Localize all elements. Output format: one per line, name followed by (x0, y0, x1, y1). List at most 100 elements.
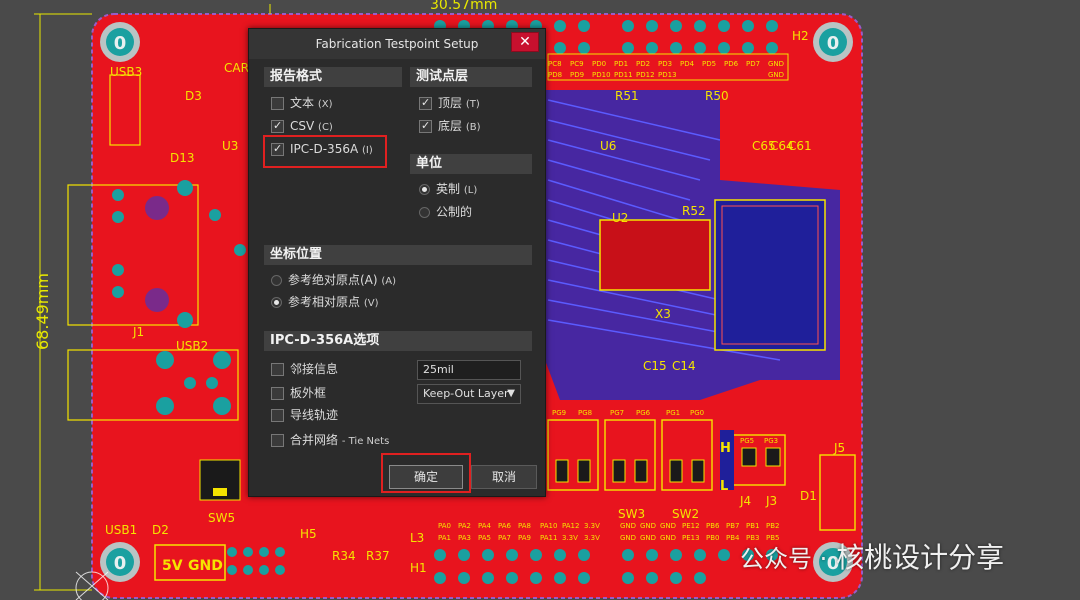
pin-pd13: PD13 (658, 71, 677, 79)
units-imperial-hotkey: (L) (463, 185, 478, 196)
silk-u6: U6 (600, 139, 616, 153)
ipc-adjacency-checkbox[interactable] (271, 363, 284, 376)
coord-relative-hotkey: (V) (363, 298, 379, 309)
silk-l3: L3 (410, 531, 424, 545)
silk-j1: J1 (132, 325, 144, 339)
pin-gnd: GND (640, 522, 656, 530)
close-icon[interactable]: ✕ (511, 32, 539, 52)
units-imperial-radio[interactable] (419, 184, 430, 195)
coord-absolute-radio[interactable] (271, 275, 282, 286)
ipc-highlight-box (263, 135, 387, 168)
pin-pd7: PD7 (746, 60, 760, 68)
units-metric-radio[interactable] (419, 207, 430, 218)
layer-top-option[interactable]: 顶层 (T) (419, 95, 480, 113)
layer-bottom-option[interactable]: 底层 (B) (419, 118, 481, 136)
outline-layer-select[interactable]: Keep-Out Layer ▼ (417, 384, 521, 404)
ipc-outline-option[interactable]: 板外框 (271, 385, 326, 401)
layer-top-label: 顶层 (438, 96, 463, 110)
hole-label: 0 (114, 553, 127, 574)
silk-r50: R50 (705, 89, 729, 103)
silk-u3: U3 (222, 139, 238, 153)
pin-pd4: PD4 (680, 60, 695, 68)
silk-j4: J4 (739, 494, 751, 508)
pin-pa2: PA2 (458, 522, 471, 530)
coordinates-header: 坐标位置 (264, 245, 532, 265)
pin-pb0: PB0 (706, 534, 719, 542)
silk-d13: D13 (170, 151, 195, 165)
ipc-traces-option[interactable]: 导线轨迹 (271, 407, 338, 423)
format-text-checkbox[interactable] (271, 97, 284, 110)
silk-usb3: USB3 (110, 65, 142, 79)
silk-usb2: USB2 (176, 339, 208, 353)
cancel-button[interactable]: 取消 (471, 465, 537, 489)
coord-relative-option[interactable]: 参考相对原点 (V) (271, 294, 379, 312)
pin-pa0: PA0 (438, 522, 451, 530)
silk-sw3: SW3 (618, 507, 645, 521)
adjacency-distance-input[interactable]: 25mil (417, 360, 521, 380)
pin-3v3: 3.3V (584, 522, 600, 530)
silk-car: CAR (224, 61, 249, 75)
pin-pd6: PD6 (724, 60, 739, 68)
pin-gnd: GND (620, 522, 636, 530)
coord-relative-radio[interactable] (271, 297, 282, 308)
layer-bottom-hotkey: (B) (465, 122, 481, 133)
units-metric-option[interactable]: 公制的 (419, 204, 472, 220)
layer-bottom-checkbox[interactable] (419, 118, 432, 134)
ok-highlight-box (381, 453, 471, 493)
pin-pa9: PA9 (518, 534, 531, 542)
ipc-adjacency-option[interactable]: 邻接信息 (271, 361, 338, 377)
silk-sw2: SW2 (672, 507, 699, 521)
ic-sdram (714, 199, 826, 351)
silk-gnd: GND (188, 558, 223, 574)
format-csv-label: CSV (290, 119, 315, 133)
units-imperial-label: 英制 (436, 182, 461, 196)
ipc-traces-checkbox[interactable] (271, 409, 284, 422)
format-csv-option[interactable]: CSV (C) (271, 118, 333, 136)
units-metric-label: 公制的 (436, 205, 473, 219)
chevron-down-icon: ▼ (507, 388, 515, 399)
silk-h1: H1 (410, 561, 427, 575)
format-text-hotkey: (X) (317, 99, 333, 110)
pin-pb2: PB2 (766, 522, 779, 530)
silk-c14: C14 (672, 359, 696, 373)
pin-pd2: PD2 (636, 60, 650, 68)
coord-absolute-label: 参考绝对原点(A) (288, 273, 378, 287)
pin-pg5: PG5 (740, 437, 754, 445)
pin-pa5: PA5 (478, 534, 491, 542)
ipc-tienets-option[interactable]: 合并网络 - Tie Nets (271, 432, 389, 450)
format-text-option[interactable]: 文本 (X) (271, 95, 333, 113)
pin-pg6: PG6 (636, 409, 651, 417)
silk-h2: H2 (792, 29, 809, 43)
silk-c61: C61 (788, 139, 812, 153)
pin-pg3: PG3 (764, 437, 778, 445)
pin-pg9: PG9 (552, 409, 566, 417)
units-header: 单位 (410, 154, 532, 174)
ipc-tienets-checkbox[interactable] (271, 434, 284, 447)
pin-pd11: PD11 (614, 71, 633, 79)
pin-pa6: PA6 (498, 522, 512, 530)
pin-pg8: PG8 (578, 409, 592, 417)
pin-pa10: PA10 (540, 522, 557, 530)
coord-absolute-option[interactable]: 参考绝对原点(A) (A) (271, 272, 396, 290)
units-imperial-option[interactable]: 英制 (L) (419, 181, 477, 199)
silk-x3: X3 (655, 307, 671, 321)
ipc-traces-label: 导线轨迹 (290, 408, 339, 422)
pin-pd9: PD9 (570, 71, 584, 79)
pin-pd8: PD8 (548, 71, 562, 79)
pin-pd0: PD0 (592, 60, 606, 68)
dialog-title[interactable]: Fabrication Testpoint Setup (249, 29, 545, 59)
silk-d2: D2 (152, 523, 169, 537)
silk-u2: U2 (612, 211, 628, 225)
pin-gnd: GND (640, 534, 656, 542)
pin-pb1: PB1 (746, 522, 759, 530)
pin-pd12: PD12 (636, 71, 655, 79)
pin-pc9: PC9 (570, 60, 584, 68)
ipc-options-header: IPC-D-356A选项 (264, 331, 532, 351)
outline-layer-value: Keep-Out Layer (423, 387, 509, 400)
ipc-outline-checkbox[interactable] (271, 387, 284, 400)
silk-usb1: USB1 (105, 523, 137, 537)
layer-top-checkbox[interactable] (419, 95, 432, 111)
pin-pc8: PC8 (548, 60, 562, 68)
format-csv-hotkey: (C) (318, 122, 333, 133)
format-csv-checkbox[interactable] (271, 118, 284, 134)
